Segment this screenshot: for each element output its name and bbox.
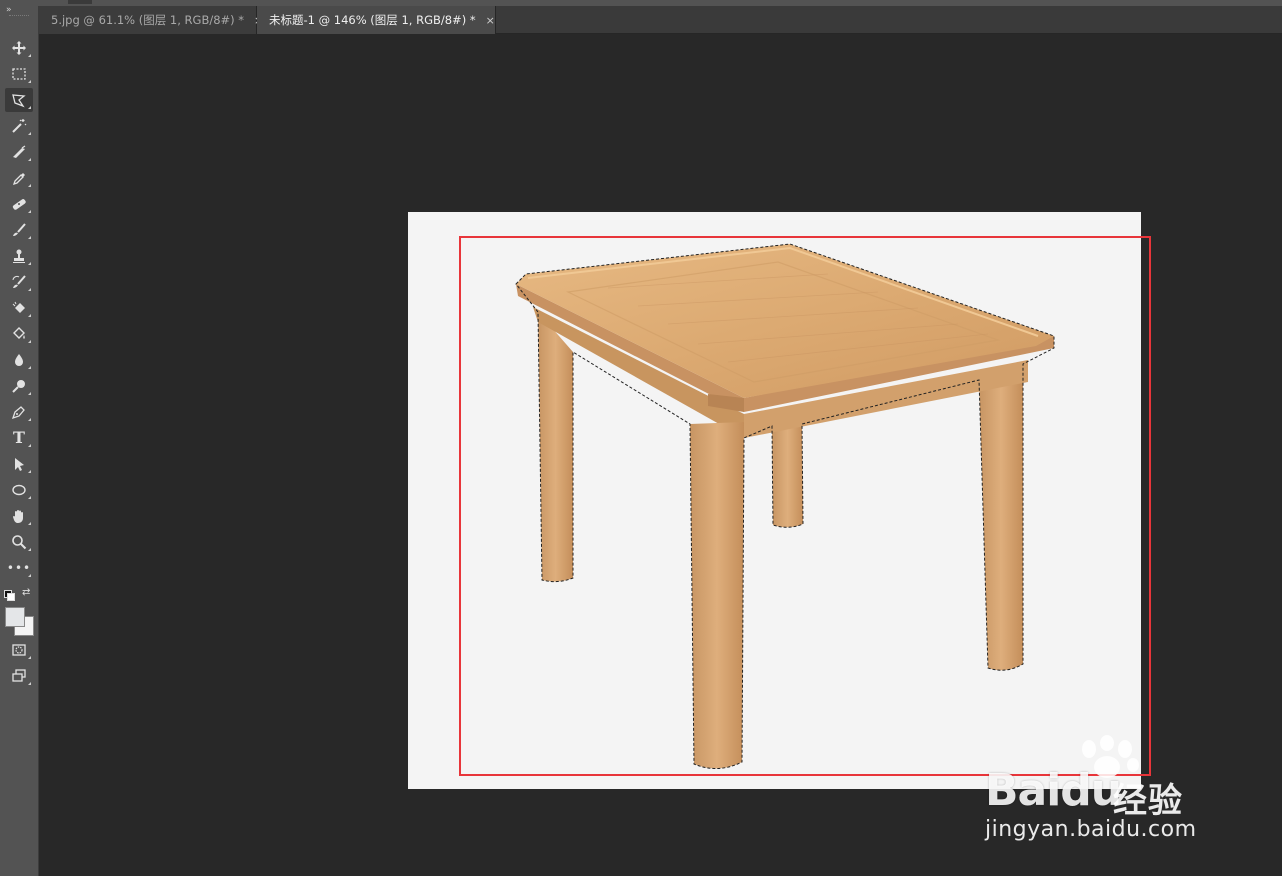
move-tool[interactable] [5, 36, 33, 60]
tab-label: 未标题-1 @ 146% (图层 1, RGB/8#) * [269, 13, 476, 27]
close-icon[interactable]: × [486, 14, 495, 27]
tab-label: 5.jpg @ 61.1% (图层 1, RGB/8#) * [51, 13, 245, 27]
quick-mask-tool[interactable] [5, 638, 33, 662]
pen-tool[interactable] [5, 400, 33, 424]
history-brush-tool[interactable] [5, 270, 33, 294]
ellipse-icon [12, 484, 26, 496]
foreground-color-swatch[interactable] [5, 607, 25, 627]
toolbar-grip[interactable] [9, 15, 29, 18]
clone-stamp-tool[interactable] [5, 244, 33, 268]
swap-colors-icon[interactable]: ⇄ [22, 587, 30, 598]
ellipse-tool[interactable] [5, 478, 33, 502]
hand-tool[interactable] [5, 504, 33, 528]
watermark-url: jingyan.baidu.com [985, 817, 1197, 842]
paint-bucket-icon [13, 327, 25, 339]
document-tab-bar: 5.jpg @ 61.1% (图层 1, RGB/8#) * × 未标题-1 @… [39, 6, 1282, 34]
eraser-icon [12, 301, 25, 313]
marquee-icon [12, 68, 26, 80]
type-icon: T [13, 428, 25, 447]
magic-wand-icon [12, 119, 27, 133]
eraser-tool[interactable] [5, 296, 33, 320]
brush-icon [13, 223, 26, 236]
drop-icon [15, 354, 23, 366]
rectangular-marquee-tool[interactable] [5, 62, 33, 86]
arrow-icon [15, 458, 24, 471]
lasso-icon [12, 94, 26, 108]
paint-bucket-tool[interactable] [5, 322, 33, 346]
pen-icon [11, 406, 25, 420]
magic-wand-tool[interactable] [5, 114, 33, 138]
bandage-icon [12, 199, 26, 210]
dodge-icon [12, 380, 25, 393]
panel-grip[interactable] [68, 0, 92, 4]
tab-5-jpg[interactable]: 5.jpg @ 61.1% (图层 1, RGB/8#) * × [39, 6, 263, 34]
dodge-tool[interactable] [5, 374, 33, 398]
eyedropper-icon [12, 173, 25, 186]
hand-icon [13, 510, 23, 523]
screen-mode-icon [12, 669, 26, 682]
crop-icon [13, 145, 26, 158]
path-selection-tool[interactable] [5, 452, 33, 476]
screen-mode-tool[interactable] [5, 664, 33, 688]
zoom-icon [12, 535, 27, 550]
more-icon: ••• [6, 561, 32, 575]
eyedropper-tool[interactable] [5, 166, 33, 190]
move-icon [12, 41, 26, 55]
crop-tool[interactable] [5, 140, 33, 164]
stamp-icon [13, 249, 25, 263]
tools-panel: » T ••• ⇄ [0, 5, 39, 876]
history-brush-icon [12, 275, 26, 288]
blur-tool[interactable] [5, 348, 33, 372]
color-swatches: ⇄ [4, 587, 36, 638]
tab-untitled-1[interactable]: 未标题-1 @ 146% (图层 1, RGB/8#) * × [257, 6, 496, 34]
edit-toolbar[interactable]: ••• [5, 556, 33, 580]
collapse-panel-icon[interactable]: » [6, 5, 11, 15]
type-tool[interactable]: T [5, 426, 33, 450]
highlight-rectangle [459, 236, 1151, 776]
zoom-tool[interactable] [5, 530, 33, 554]
quick-mask-icon [12, 644, 26, 656]
default-colors-icon[interactable] [4, 590, 15, 601]
brush-tool[interactable] [5, 218, 33, 242]
polygonal-lasso-tool[interactable] [5, 88, 33, 112]
healing-brush-tool[interactable] [5, 192, 33, 216]
